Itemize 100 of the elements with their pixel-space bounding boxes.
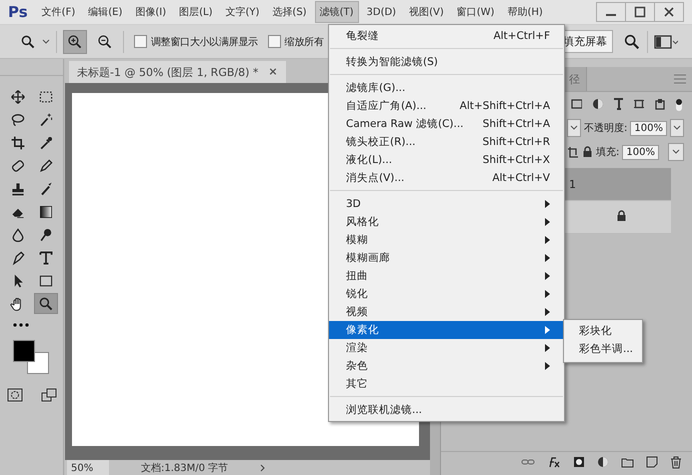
drop-icon[interactable] [10, 226, 26, 242]
opacity-label: 不透明度: [584, 122, 628, 135]
caret-icon[interactable] [42, 38, 50, 44]
opacity-field[interactable]: 100% [630, 120, 667, 136]
zoom-icon[interactable] [20, 34, 36, 50]
caret-icon[interactable] [672, 149, 680, 155]
menu-item[interactable]: 帮助(H) [502, 1, 548, 23]
menu-item-label: 锐化 [346, 287, 368, 301]
menu-item[interactable]: 3D(D) [362, 2, 402, 22]
menu-item[interactable]: 杂色 [329, 357, 564, 375]
filter-menu[interactable] [328, 24, 565, 422]
zoom-in-icon-button[interactable] [63, 30, 87, 54]
workspace-icon[interactable] [654, 34, 678, 50]
dropdown-button[interactable] [668, 143, 684, 161]
menu-item[interactable]: 彩色半调... [564, 340, 642, 358]
menu-item[interactable]: 液化(L)... Shift+Ctrl+X [329, 151, 564, 169]
crop-icon[interactable] [10, 134, 26, 150]
document-title: 未标题-1 @ 50% (图层 1, RGB/8) * [77, 65, 258, 79]
folder-icon[interactable] [621, 456, 634, 468]
marquee-icon[interactable] [38, 88, 54, 104]
smart-object-icon[interactable] [654, 98, 665, 110]
menu-item[interactable]: 模糊 [329, 231, 564, 249]
zoom-field[interactable]: 50% [67, 460, 109, 475]
menu-item[interactable]: 渲染 [329, 339, 564, 357]
pencil-icon[interactable] [38, 158, 54, 174]
dropdown-button[interactable] [670, 119, 684, 137]
bandage-icon[interactable] [10, 158, 26, 174]
menu-item[interactable]: 锐化 [329, 285, 564, 303]
caret-icon[interactable] [672, 125, 681, 131]
menu-item[interactable]: 视图(V) [404, 1, 449, 23]
menu-item[interactable]: 转换为智能滤镜(S) [329, 53, 564, 71]
stamp-icon[interactable] [10, 180, 26, 196]
half-circle-icon[interactable] [597, 456, 609, 468]
menu-item-label: 镜头校正(R)... [346, 135, 416, 149]
menu-item[interactable]: 选择(S) [267, 1, 312, 23]
lock-icon[interactable] [582, 146, 593, 158]
menu-item[interactable]: 视频 [329, 303, 564, 321]
submenu-arrow-icon [545, 290, 550, 298]
submenu-arrow-icon [545, 308, 550, 316]
image-icon[interactable] [571, 98, 582, 110]
zoom-out-icon[interactable] [97, 34, 113, 50]
menu-item[interactable]: 编辑(E) [83, 1, 128, 23]
toggle-icon[interactable] [674, 98, 682, 112]
menu-item[interactable]: 图层(L) [174, 1, 218, 23]
menu-item[interactable]: 浏览联机滤镜... [329, 401, 564, 419]
menu-item[interactable]: 窗口(W) [452, 1, 500, 23]
menu-item[interactable]: 文字(Y) [220, 1, 264, 23]
search-icon[interactable] [623, 32, 641, 50]
chevron-icon[interactable] [260, 464, 266, 472]
transform-icon[interactable] [633, 98, 644, 110]
menu-item[interactable]: 滤镜(T) [314, 1, 358, 23]
menu-item[interactable]: 模糊画廊 [329, 249, 564, 267]
link-icon[interactable] [521, 457, 535, 467]
submenu-arrow-icon [545, 218, 550, 226]
pixelate-submenu[interactable]: 彩块化 彩色半调... [563, 319, 643, 363]
checkbox[interactable] [268, 35, 281, 48]
gradient-icon[interactable] [38, 204, 54, 220]
menu-item-label: 杂色 [346, 359, 368, 373]
menu-item[interactable]: 彩块化 [564, 322, 642, 340]
menu-item[interactable]: 镜头校正(R)... Shift+Ctrl+R [329, 133, 564, 151]
zoom-tool[interactable] [34, 293, 58, 314]
menu-item[interactable]: 图像(I) [130, 1, 172, 23]
menu-item-label: 液化(L)... [346, 153, 392, 167]
app-logo: Ps [7, 3, 29, 21]
menu-item[interactable]: 文件(F) [36, 1, 80, 23]
zoom-in-icon[interactable] [67, 34, 83, 50]
menu-item[interactable]: 3D [329, 195, 564, 213]
fx-icon[interactable] [547, 455, 561, 469]
shortcut: Alt+Ctrl+V [491, 172, 550, 184]
fill-field[interactable]: 100% [622, 144, 659, 160]
type-icon[interactable] [612, 98, 624, 110]
trash-icon[interactable] [670, 456, 682, 468]
screen-mode-icon[interactable] [40, 388, 56, 402]
checkbox[interactable] [134, 35, 147, 48]
zoom-icon[interactable] [38, 296, 54, 312]
menu-item[interactable]: 滤镜库(G)... [329, 79, 564, 97]
move-icon[interactable] [10, 88, 26, 104]
menu-item[interactable]: 扭曲 [329, 267, 564, 285]
lasso-icon[interactable] [10, 112, 26, 128]
menu-item[interactable]: 风格化 [329, 213, 564, 231]
dodge-icon[interactable] [38, 226, 54, 242]
lock-icon[interactable] [616, 210, 627, 222]
caret-icon[interactable] [570, 125, 578, 131]
submenu-arrow-icon [545, 200, 550, 208]
close-tab-button[interactable]: × [268, 65, 278, 79]
menu-item[interactable]: 自适应广角(A)... Alt+Shift+Ctrl+A [329, 97, 564, 115]
menu-item[interactable]: 其它 [329, 375, 564, 393]
menu-item[interactable]: 消失点(V)... Alt+Ctrl+V [329, 169, 564, 187]
shortcut: Alt+Shift+Ctrl+A [458, 100, 550, 112]
dropdown-button[interactable] [567, 119, 582, 137]
rectangle-icon[interactable] [38, 272, 54, 288]
submenu-arrow-icon [545, 272, 550, 280]
quick-mask-icon[interactable] [6, 388, 22, 402]
menu-item[interactable]: 像素化 [329, 321, 564, 339]
document-tab[interactable]: 未标题-1 @ 50% (图层 1, RGB/8) * × [69, 61, 286, 83]
menu-item[interactable]: Camera Raw 滤镜(C)... Shift+Ctrl+A [329, 115, 564, 133]
new-layer-icon[interactable] [646, 456, 658, 468]
shortcut: Alt+Ctrl+F [492, 30, 550, 42]
type-icon[interactable] [38, 250, 54, 266]
mask-icon[interactable] [573, 456, 585, 468]
